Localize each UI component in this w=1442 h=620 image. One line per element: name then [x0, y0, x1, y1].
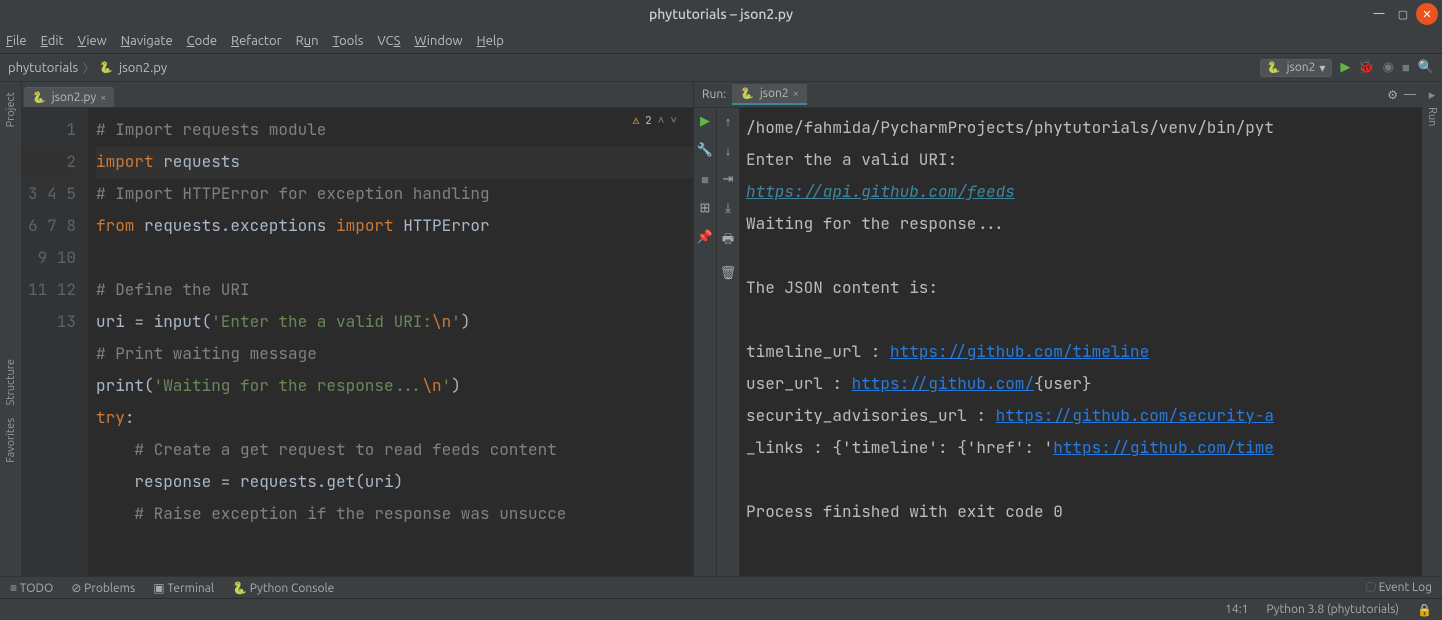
console-link-feeds[interactable]: https://api.github.com/feeds: [746, 181, 1015, 202]
close-icon[interactable]: ×: [100, 92, 106, 104]
wrench-icon[interactable]: 🔧: [697, 143, 713, 158]
breadcrumb-file[interactable]: json2.py: [119, 61, 167, 75]
run-header: Run: 🐍 json2 × ⚙ —: [694, 82, 1422, 108]
run-toolbar-1: ▶ 🔧 ■ ⊞ 📌: [694, 108, 717, 576]
structure-tool-tab[interactable]: Structure: [5, 359, 17, 406]
python-interpreter[interactable]: Python 3.8 (phytutorials): [1266, 603, 1399, 616]
chevron-down-icon: ˅: [670, 114, 677, 128]
menu-refactor[interactable]: Refactor: [231, 34, 282, 48]
line-gutter[interactable]: 1 2 3 4 5 6 7 8 9 10 11 12 13: [22, 108, 88, 576]
python-icon: 🐍: [740, 87, 754, 100]
run-tab-label: json2: [760, 87, 789, 100]
gear-icon[interactable]: ⚙: [1387, 88, 1398, 102]
warning-icon: ⚠: [633, 114, 640, 128]
python-console-tab[interactable]: 🐍 Python Console: [232, 581, 334, 595]
right-tool-strip: ▸ Run: [1422, 82, 1442, 576]
breadcrumb-separator: 〉: [82, 58, 95, 77]
run-toolbar-2: ↑ ↓ ⇥ ⤓ 🖶 🗑: [717, 108, 740, 576]
trash-icon[interactable]: 🗑: [720, 266, 737, 281]
menu-bar: File Edit View Navigate Code Refactor Ru…: [0, 28, 1442, 54]
search-everywhere-icon[interactable]: 🔍: [1418, 60, 1434, 75]
console-link-user[interactable]: https://github.com/: [852, 373, 1034, 394]
minimize-button[interactable]: —: [1368, 3, 1390, 25]
expand-icon[interactable]: ▸: [1429, 88, 1436, 103]
menu-navigate[interactable]: Navigate: [121, 34, 173, 48]
project-tool-tab[interactable]: Project: [5, 92, 17, 127]
menu-edit[interactable]: Edit: [41, 34, 64, 48]
inspection-badge[interactable]: ⚠ 2 ˄ ˅: [633, 114, 677, 128]
coverage-button[interactable]: ◉: [1383, 60, 1394, 75]
chevron-down-icon: ▾: [1319, 61, 1325, 75]
window-titlebar: phytutorials – json2.py — ▢ ✕: [0, 0, 1442, 28]
python-icon: 🐍: [1267, 61, 1281, 74]
status-bar: 14:1 Python 3.8 (phytutorials) 🔒: [0, 598, 1442, 620]
breadcrumb-project[interactable]: phytutorials: [8, 61, 78, 75]
menu-window[interactable]: Window: [414, 34, 462, 48]
console-link-timeline[interactable]: https://github.com/timeline: [890, 341, 1149, 362]
python-file-icon: 🐍: [99, 61, 113, 74]
debug-button[interactable]: 🐞: [1358, 60, 1374, 75]
run-tool-tab[interactable]: Run: [1426, 107, 1438, 126]
code-editor[interactable]: ⚠ 2 ˄ ˅ 1 2 3 4 5 6 7 8 9 10 11 12 13 # …: [22, 108, 693, 576]
event-log-tab[interactable]: ◌ Event Log: [1366, 581, 1432, 594]
menu-run[interactable]: Run: [296, 34, 319, 48]
menu-view[interactable]: View: [78, 34, 107, 48]
lock-icon[interactable]: 🔒: [1417, 603, 1432, 617]
python-file-icon: 🐍: [32, 91, 46, 104]
console-link-links[interactable]: https://github.com/time: [1053, 437, 1274, 458]
menu-help[interactable]: Help: [477, 34, 504, 48]
run-tool-window: Run: 🐍 json2 × ⚙ — ▶ 🔧 ■ ⊞ 📌 ↑ ↓ ⇥ ⤓: [694, 82, 1422, 576]
breadcrumb: phytutorials 〉 🐍 json2.py: [8, 58, 167, 77]
down-icon[interactable]: ↓: [725, 143, 732, 158]
run-config-label: json2: [1287, 61, 1316, 74]
stop-icon[interactable]: ■: [701, 172, 709, 187]
console-output[interactable]: /home/fahmida/PycharmProjects/phytutoria…: [740, 108, 1422, 576]
editor-pane: 🐍 json2.py × ⚠ 2 ˄ ˅ 1 2 3 4 5 6 7 8 9 1…: [22, 82, 694, 576]
chevron-up-icon: ˄: [658, 114, 665, 128]
close-button[interactable]: ✕: [1416, 3, 1438, 25]
rerun-icon[interactable]: ▶: [700, 114, 710, 129]
pin-icon[interactable]: 📌: [697, 230, 713, 245]
maximize-button[interactable]: ▢: [1392, 3, 1414, 25]
warning-count: 2: [645, 114, 652, 128]
left-tool-strip: Project Structure Favorites: [0, 82, 22, 576]
run-button[interactable]: ▶: [1340, 60, 1350, 75]
run-tab-json2[interactable]: 🐍 json2 ×: [732, 84, 807, 105]
stop-button[interactable]: ■: [1402, 60, 1410, 75]
terminal-tab[interactable]: ▣ Terminal: [153, 581, 214, 595]
code-content[interactable]: # Import requests module import requests…: [88, 108, 693, 576]
menu-code[interactable]: Code: [187, 34, 217, 48]
layout-icon[interactable]: ⊞: [700, 201, 711, 216]
navigation-bar: phytutorials 〉 🐍 json2.py 🐍 json2 ▾ ▶ 🐞 …: [0, 54, 1442, 82]
todo-tab[interactable]: ≡ TODO: [10, 581, 53, 595]
run-config-selector[interactable]: 🐍 json2 ▾: [1260, 59, 1333, 77]
print-icon[interactable]: 🖶: [722, 230, 734, 252]
problems-tab[interactable]: ⊘ Problems: [71, 581, 135, 595]
close-icon[interactable]: ×: [793, 88, 799, 100]
cursor-position[interactable]: 14:1: [1225, 603, 1248, 616]
scroll-icon[interactable]: ⤓: [725, 201, 731, 216]
editor-tabs: 🐍 json2.py ×: [22, 82, 693, 108]
console-link-security[interactable]: https://github.com/security-a: [996, 405, 1274, 426]
menu-tools[interactable]: Tools: [333, 34, 364, 48]
menu-vcs[interactable]: VCS: [377, 34, 400, 48]
run-label: Run:: [702, 88, 726, 101]
toolbar-right: 🐍 json2 ▾ ▶ 🐞 ◉ ■ 🔍: [1260, 59, 1434, 77]
editor-tab-json2[interactable]: 🐍 json2.py ×: [24, 87, 114, 107]
up-icon[interactable]: ↑: [725, 114, 732, 129]
editor-tab-label: json2.py: [52, 91, 97, 104]
softwrap-icon[interactable]: ⇥: [723, 172, 734, 187]
bottom-tool-tabs: ≡ TODO ⊘ Problems ▣ Terminal 🐍 Python Co…: [0, 576, 1442, 598]
window-title: phytutorials – json2.py: [649, 6, 793, 22]
menu-file[interactable]: File: [6, 34, 27, 48]
hide-icon[interactable]: —: [1404, 88, 1416, 101]
favorites-tool-tab[interactable]: Favorites: [5, 418, 17, 463]
